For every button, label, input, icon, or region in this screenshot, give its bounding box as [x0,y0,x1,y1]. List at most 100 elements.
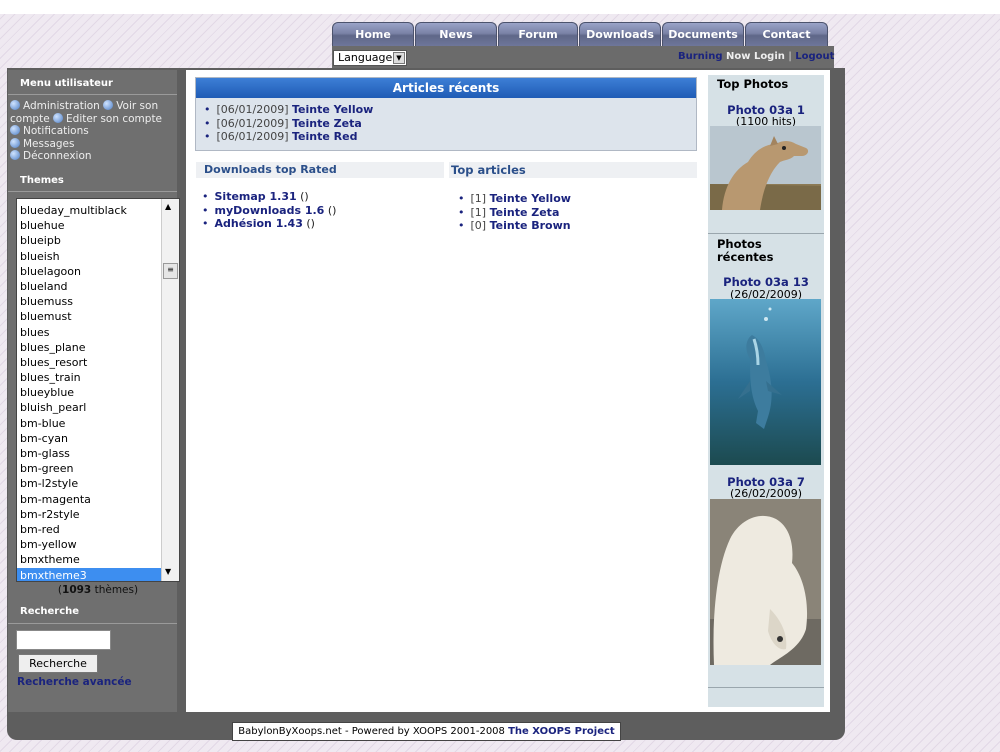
theme-option[interactable]: blues_plane [17,340,164,355]
list-item: [1] Teinte Yellow [458,192,571,206]
theme-count: (1093 thèmes) [57,584,139,596]
search-button[interactable]: Recherche [18,654,98,673]
theme-option[interactable]: blues [17,325,164,340]
language-label: Language [338,51,393,64]
article-link[interactable]: Teinte Brown [490,219,571,232]
list-item: Adhésion 1.43 () [202,217,336,231]
advanced-search-link[interactable]: Recherche avancée [17,676,132,688]
theme-option[interactable]: blues_resort [17,355,164,370]
tab-news[interactable]: News [415,22,497,46]
theme-option[interactable]: bm-cyan [17,431,164,446]
menu-item-logout[interactable]: Déconnexion [10,150,92,162]
scroll-down-icon[interactable]: ▼ [165,567,171,576]
top-band [0,0,1000,14]
list-item: [1] Teinte Zeta [458,206,571,220]
themes-heading: Themes [20,175,64,186]
download-link[interactable]: Adhésion 1.43 [215,217,303,230]
divider [8,94,177,95]
dolphin-photo[interactable] [710,299,821,465]
top-articles-list: [1] Teinte Yellow [1] Teinte Zeta [0] Te… [458,192,571,233]
bullet-icon [10,125,20,135]
search-input[interactable] [16,630,111,650]
photo-title-link[interactable]: Photo 03a 13 [708,275,824,289]
language-select[interactable]: Language ▼ [333,50,407,66]
scroll-thumb[interactable]: ≡ [163,263,178,279]
list-item: myDownloads 1.6 () [202,204,337,218]
theme-option[interactable]: bmxtheme3 [17,567,164,581]
chevron-down-icon: ▼ [393,52,405,64]
recent-photos-heading: Photos récentes [717,237,774,264]
user-menu-heading: Menu utilisateur [20,78,113,89]
bullet-icon [10,100,20,110]
scrollbar[interactable]: ▲ ≡ ▼ [161,199,179,581]
download-link[interactable]: Sitemap 1.31 [215,190,297,203]
theme-option[interactable]: bm-l2style [17,476,164,491]
recent-articles-block: Articles récents [06/01/2009] Teinte Yel… [195,77,697,151]
list-item: [06/01/2009] Teinte Yellow [204,103,696,117]
divider [708,233,824,234]
theme-option[interactable]: blueyblue [17,385,164,400]
camel-photo[interactable] [710,126,821,210]
article-link[interactable]: Teinte Zeta [490,206,560,219]
menu-item-messages[interactable]: Messages [10,137,75,150]
user-status: Now Login [725,51,785,62]
article-link[interactable]: Teinte Red [292,130,357,143]
separator: | [788,51,792,62]
xoops-project-link[interactable]: The XOOPS Project [508,726,615,737]
menu-item-administration[interactable]: Administration [10,100,100,112]
theme-option[interactable]: blueish [17,249,164,264]
theme-option[interactable]: blues_train [17,370,164,385]
theme-option[interactable]: bm-magenta [17,492,164,507]
top-photos-heading: Top Photos [717,77,789,91]
tab-home[interactable]: Home [332,22,414,46]
downloads-list: Sitemap 1.31 () myDownloads 1.6 () Adhés… [202,190,337,231]
theme-option[interactable]: bm-glass [17,446,164,461]
scroll-up-icon[interactable]: ▲ [165,202,171,211]
theme-option[interactable]: bm-green [17,461,164,476]
bullet-icon [10,150,20,160]
download-link[interactable]: myDownloads 1.6 [215,204,325,217]
logout-link[interactable]: Logout [795,51,834,62]
tab-contact[interactable]: Contact [745,22,828,46]
menu-item-edit-account[interactable]: Editer son compte [53,112,162,125]
tab-downloads[interactable]: Downloads [579,22,661,46]
divider [8,191,177,192]
tab-documents[interactable]: Documents [662,22,744,46]
list-item: [0] Teinte Brown [458,219,571,233]
theme-option[interactable]: bmxtheme [17,552,164,567]
user-links: Burning Now Login | Logout [678,51,834,62]
footer: BabylonByXoops.net - Powered by XOOPS 20… [232,722,621,741]
list-item: [06/01/2009] Teinte Red [204,130,696,144]
list-item: [06/01/2009] Teinte Zeta [204,117,696,131]
polar-bear-photo[interactable] [710,499,821,665]
theme-option[interactable]: bluemuss [17,294,164,309]
theme-option[interactable]: bm-yellow [17,537,164,552]
theme-option[interactable]: blueday_multiblack [17,203,164,218]
theme-option[interactable]: bluemust [17,309,164,324]
article-link[interactable]: Teinte Yellow [292,103,373,116]
divider [708,687,824,688]
theme-option[interactable]: bm-blue [17,416,164,431]
theme-option[interactable]: bluelagoon [17,264,164,279]
recent-articles-title: Articles récents [196,78,696,98]
list-item: Sitemap 1.31 () [202,190,336,204]
theme-option[interactable]: blueland [17,279,164,294]
theme-option[interactable]: bluish_pearl [17,400,164,415]
downloads-heading: Downloads top Rated [196,162,444,178]
bullet-icon [103,100,114,110]
article-link[interactable]: Teinte Yellow [490,192,571,205]
article-link[interactable]: Teinte Zeta [292,117,362,130]
menu-item-notifications[interactable]: Notifications [10,125,89,137]
bullet-icon [10,137,20,148]
theme-select-list[interactable]: blueday_multiblack bluehue blueipb blueish b… [16,198,180,582]
theme-option[interactable]: bm-red [17,522,164,537]
theme-option[interactable]: bm-r2style [17,507,164,522]
divider [8,623,177,624]
tab-forum[interactable]: Forum [498,22,578,46]
user-menu: Administration Voir son compte Editer so… [10,100,165,163]
bullet-icon [53,112,64,123]
top-articles-heading: Top articles [449,162,697,178]
user-name-link[interactable]: Burning [678,51,723,62]
theme-option[interactable]: blueipb [17,233,164,248]
theme-option[interactable]: bluehue [17,218,164,233]
